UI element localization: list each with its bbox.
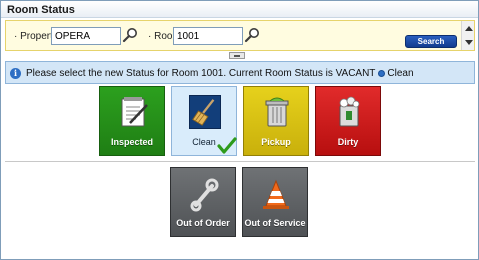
- room-search-icon[interactable]: [244, 27, 260, 43]
- tile-label: Pickup: [261, 137, 291, 147]
- status-tile-pickup[interactable]: Pickup: [243, 86, 309, 156]
- broom-icon: [189, 95, 221, 129]
- search-criteria-panel: · Property · Room Search: [5, 20, 475, 51]
- room-input[interactable]: [173, 27, 243, 45]
- scroll-up-icon[interactable]: [465, 26, 473, 31]
- tile-label: Out of Service: [244, 218, 306, 228]
- traffic-cone-icon: [263, 179, 289, 209]
- current-status: Clean: [387, 68, 414, 79]
- status-tile-out-of-order[interactable]: Out of Order: [170, 167, 236, 237]
- status-tile-out-of-service[interactable]: Out of Service: [242, 167, 308, 237]
- criteria-scrollbar[interactable]: [461, 21, 474, 50]
- tile-label: Dirty: [337, 137, 359, 147]
- tile-label: Inspected: [110, 137, 153, 147]
- status-tile-dirty[interactable]: Dirty: [315, 86, 381, 156]
- info-bar: i Please select the new Status for Room …: [5, 61, 475, 84]
- scroll-down-icon[interactable]: [465, 40, 473, 45]
- status-tile-inspected[interactable]: Inspected: [99, 86, 165, 156]
- notepad-icon: [121, 97, 148, 127]
- tile-label: Out of Order: [176, 218, 230, 228]
- property-input[interactable]: [51, 27, 121, 45]
- collapse-handle[interactable]: [229, 52, 245, 59]
- info-icon: i: [10, 68, 21, 79]
- wrench-icon: [190, 178, 219, 212]
- status-tile-clean[interactable]: Clean: [171, 86, 237, 156]
- property-search-icon[interactable]: [122, 27, 138, 43]
- window-title: Room Status: [1, 1, 478, 18]
- full-trash-icon: [339, 96, 360, 127]
- search-button[interactable]: Search: [405, 35, 457, 48]
- divider: [5, 161, 475, 162]
- status-dot-icon: [378, 70, 386, 77]
- room-status-window: Room Status · Property · Room Search i P…: [0, 0, 479, 260]
- checkmark-icon: [217, 137, 237, 154]
- info-message: Please select the new Status for Room 10…: [26, 68, 376, 79]
- trash-can-icon: [265, 97, 289, 127]
